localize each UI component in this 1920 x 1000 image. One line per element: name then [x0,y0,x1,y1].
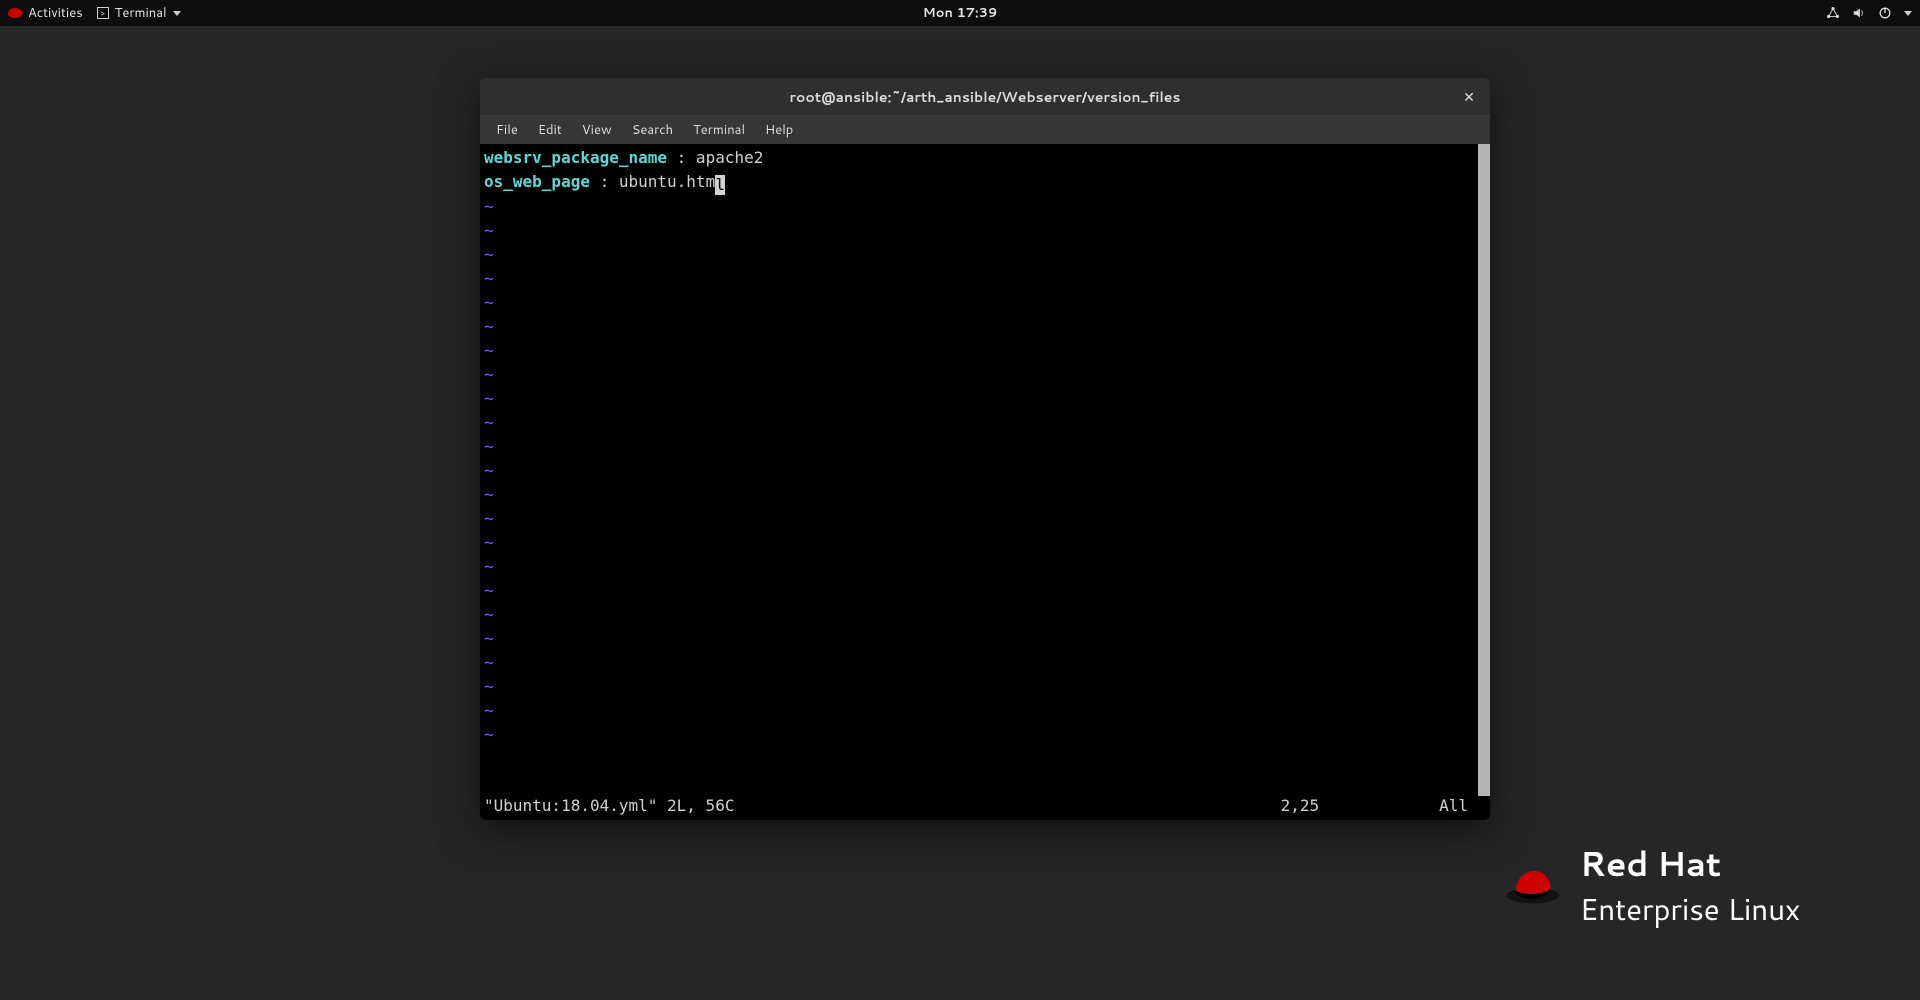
terminal-body[interactable]: websrv_package_name : apache2os_web_page… [480,144,1490,796]
network-icon[interactable] [1826,6,1840,20]
volume-icon[interactable] [1852,6,1866,20]
status-file: "Ubuntu:18.04.yml" 2L, 56C [484,796,734,820]
window-close-button[interactable]: ✕ [1458,86,1480,108]
menu-terminal[interactable]: Terminal [685,119,753,141]
menu-help[interactable]: Help [757,119,801,141]
terminal-window: root@ansible:~/arth_ansible/Webserver/ve… [480,78,1490,820]
menu-edit[interactable]: Edit [530,119,570,141]
editor-content[interactable]: websrv_package_name : apache2os_web_page… [480,144,1478,796]
terminal-scrollbar[interactable] [1478,144,1490,796]
system-menu-chevron-icon[interactable] [1904,11,1912,16]
status-cursor: 2,25 [1281,796,1440,820]
window-titlebar[interactable]: root@ansible:~/arth_ansible/Webserver/ve… [480,78,1490,116]
status-scroll: All [1439,796,1486,820]
current-app-menu[interactable]: > Terminal [97,4,181,22]
redhat-hat-icon [1504,864,1562,906]
menu-file[interactable]: File [488,119,526,141]
window-title: root@ansible:~/arth_ansible/Webserver/ve… [789,87,1180,107]
menu-view[interactable]: View [574,119,620,141]
menubar: File Edit View Search Terminal Help [480,116,1490,144]
vim-statusline: "Ubuntu:18.04.yml" 2L, 56C 2,25 All [480,796,1490,820]
activities-button[interactable]: Activities [8,4,83,22]
power-icon[interactable] [1878,6,1892,20]
current-app-label: Terminal [115,4,167,22]
redhat-branding: Red Hat Enterprise Linux [1504,839,1800,930]
gnome-topbar: Activities > Terminal Mon 17:39 [0,0,1920,26]
redhat-logo-icon [8,8,22,18]
brand-line1: Red Hat [1580,839,1800,887]
activities-label: Activities [28,4,83,22]
clock-label[interactable]: Mon 17:39 [923,4,998,22]
chevron-down-icon [173,11,181,16]
brand-line2: Enterprise Linux [1580,887,1800,930]
menu-search[interactable]: Search [624,119,681,141]
terminal-icon: > [97,7,109,19]
